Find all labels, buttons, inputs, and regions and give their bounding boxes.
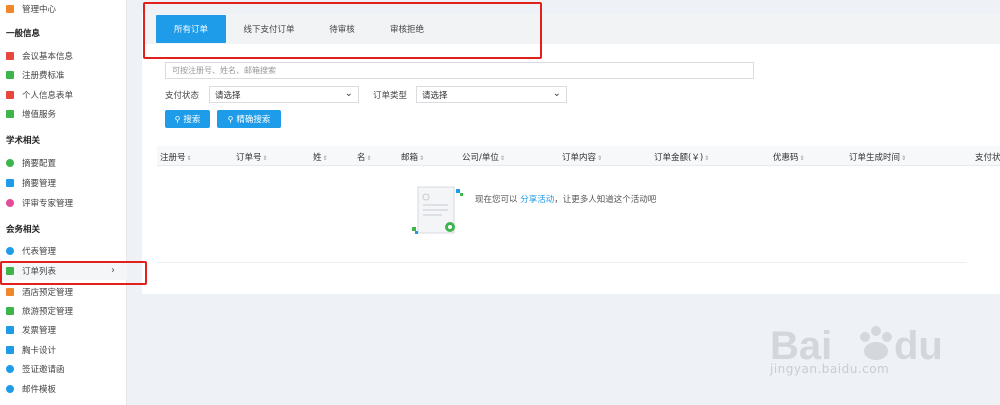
sort-icon: ⇕ (597, 155, 603, 162)
mail-icon (6, 385, 14, 393)
section-conference: 会务相关 (6, 225, 41, 235)
sidebar-item-abstract-config[interactable]: 摘要配置 (0, 154, 127, 172)
sort-icon: ⇕ (322, 155, 328, 162)
sidebar-item-label: 代表管理 (22, 247, 57, 257)
highlight-tabs-box (143, 2, 542, 59)
doc-icon (6, 52, 14, 60)
col-last-name[interactable]: 姓⇕ (313, 151, 328, 163)
sidebar-item-value-added[interactable]: 增值服务 (0, 105, 127, 123)
col-company[interactable]: 公司/单位⇕ (462, 151, 505, 163)
sidebar-item-label: 增值服务 (22, 110, 57, 120)
sidebar-item-label: 酒店预定管理 (22, 288, 74, 298)
sort-icon: ⇕ (799, 155, 805, 162)
tag-icon (6, 71, 14, 79)
sidebar-item-visa-letter[interactable]: 签证邀请函 (0, 360, 127, 378)
hotel-icon (6, 288, 14, 296)
sidebar-item-hotel[interactable]: 酒店预定管理 (0, 283, 127, 301)
pay-status-value: 请选择 (215, 90, 241, 101)
sort-icon: ⇕ (262, 155, 268, 162)
sidebar-item-abstract-manage[interactable]: 摘要管理 (0, 174, 127, 192)
sidebar-item-email-template[interactable]: 邮件模板 (0, 380, 127, 398)
doc-icon (6, 179, 14, 187)
sidebar-item-badge-design[interactable]: 胸卡设计 (0, 341, 127, 359)
sort-icon: ⇕ (186, 155, 192, 162)
sort-icon: ⇕ (499, 155, 505, 162)
empty-state-message: 现在您可以 分享活动，让更多人知道这个活动吧 (475, 195, 657, 205)
sidebar-item-meeting-info[interactable]: 会议基本信息 (0, 47, 127, 65)
col-first-name[interactable]: 名⇕ (357, 151, 372, 163)
highlight-orders-box (0, 261, 147, 285)
col-pay-status[interactable]: 支付状 (975, 151, 1000, 163)
search-button[interactable]: ⚲ 搜索 (165, 110, 210, 128)
user-icon (6, 199, 14, 207)
sort-icon: ⇕ (366, 155, 372, 162)
sidebar-item-label: 摘要配置 (22, 159, 57, 169)
sidebar-item-dashboard[interactable]: 管理中心 (0, 0, 127, 18)
sidebar-item-travel[interactable]: 旅游预定管理 (0, 302, 127, 320)
divider (157, 262, 967, 263)
watermark-text: jingyan.baidu.com (770, 362, 890, 376)
col-order-content[interactable]: 订单内容⇕ (562, 151, 602, 163)
sort-icon: ⇕ (704, 155, 710, 162)
sort-icon: ⇕ (901, 155, 907, 162)
sidebar-item-label: 签证邀请函 (22, 365, 65, 375)
sidebar-item-label: 评审专家管理 (22, 199, 74, 209)
pay-status-label: 支付状态 (165, 91, 200, 101)
col-order-amount[interactable]: 订单金额(￥)⇕ (654, 151, 709, 163)
empty-document-icon (412, 186, 463, 234)
order-type-value: 请选择 (422, 90, 448, 101)
receipt-icon (6, 326, 14, 334)
flag-icon (6, 307, 14, 315)
search-button-label: 搜索 (183, 115, 201, 125)
search-icon: ⚲ (227, 114, 234, 124)
users-icon (6, 247, 14, 255)
pay-status-select[interactable]: 请选择 ⌄ (209, 86, 359, 103)
grid-icon (6, 5, 14, 13)
section-general: 一般信息 (6, 29, 41, 39)
col-coupon[interactable]: 优惠码⇕ (773, 151, 805, 163)
sidebar-item-label: 会议基本信息 (22, 52, 74, 62)
sidebar-item-label: 管理中心 (22, 5, 57, 15)
chevron-down-icon: ⌄ (552, 88, 561, 99)
sidebar-item-reviewer-manage[interactable]: 评审专家管理 (0, 194, 127, 212)
order-type-select[interactable]: 请选择 ⌄ (416, 86, 567, 103)
col-email[interactable]: 邮箱⇕ (401, 151, 424, 163)
sidebar-item-registration-fee[interactable]: 注册费标准 (0, 66, 127, 84)
sort-icon: ⇕ (419, 155, 425, 162)
table-header: 注册号⇕ 订单号⇕ 姓⇕ 名⇕ 邮箱⇕ 公司/单位⇕ 订单内容⇕ 订单金额(￥)… (157, 146, 1000, 166)
sidebar-item-delegates[interactable]: 代表管理 (0, 242, 127, 260)
search-icon: ⚲ (174, 114, 181, 124)
search-input[interactable]: 可按注册号、姓名、邮箱搜索 (165, 62, 754, 79)
baidu-watermark-logo: Bai du (770, 324, 943, 368)
svg-text:du: du (894, 324, 943, 368)
section-academic: 学术相关 (6, 136, 41, 146)
chevron-down-icon: ⌄ (344, 88, 353, 99)
sidebar-item-label: 邮件模板 (22, 385, 57, 395)
sidebar-item-label: 注册费标准 (22, 71, 65, 81)
order-type-label: 订单类型 (373, 91, 408, 101)
exact-search-button[interactable]: ⚲ 精确搜索 (217, 110, 281, 128)
sidebar: 管理中心 一般信息 会议基本信息 注册费标准 个人信息表单 增值服务 学术相关 … (0, 0, 127, 405)
gear-icon (6, 159, 14, 167)
sidebar-item-label: 胸卡设计 (22, 346, 57, 356)
sidebar-item-label: 个人信息表单 (22, 91, 74, 101)
cart-icon (6, 110, 14, 118)
col-order-no[interactable]: 订单号⇕ (236, 151, 268, 163)
sidebar-item-label: 旅游预定管理 (22, 307, 74, 317)
col-registration-no[interactable]: 注册号⇕ (160, 151, 192, 163)
sidebar-item-invoice[interactable]: 发票管理 (0, 321, 127, 339)
sidebar-item-label: 摘要管理 (22, 179, 57, 189)
sidebar-item-personal-form[interactable]: 个人信息表单 (0, 86, 127, 104)
share-activity-link[interactable]: 分享活动 (520, 195, 554, 205)
card-icon (6, 346, 14, 354)
sidebar-item-label: 发票管理 (22, 326, 57, 336)
mail-icon (6, 365, 14, 373)
form-icon (6, 91, 14, 99)
exact-search-button-label: 精确搜索 (236, 115, 271, 125)
col-created-time[interactable]: 订单生成时间⇕ (849, 151, 906, 163)
